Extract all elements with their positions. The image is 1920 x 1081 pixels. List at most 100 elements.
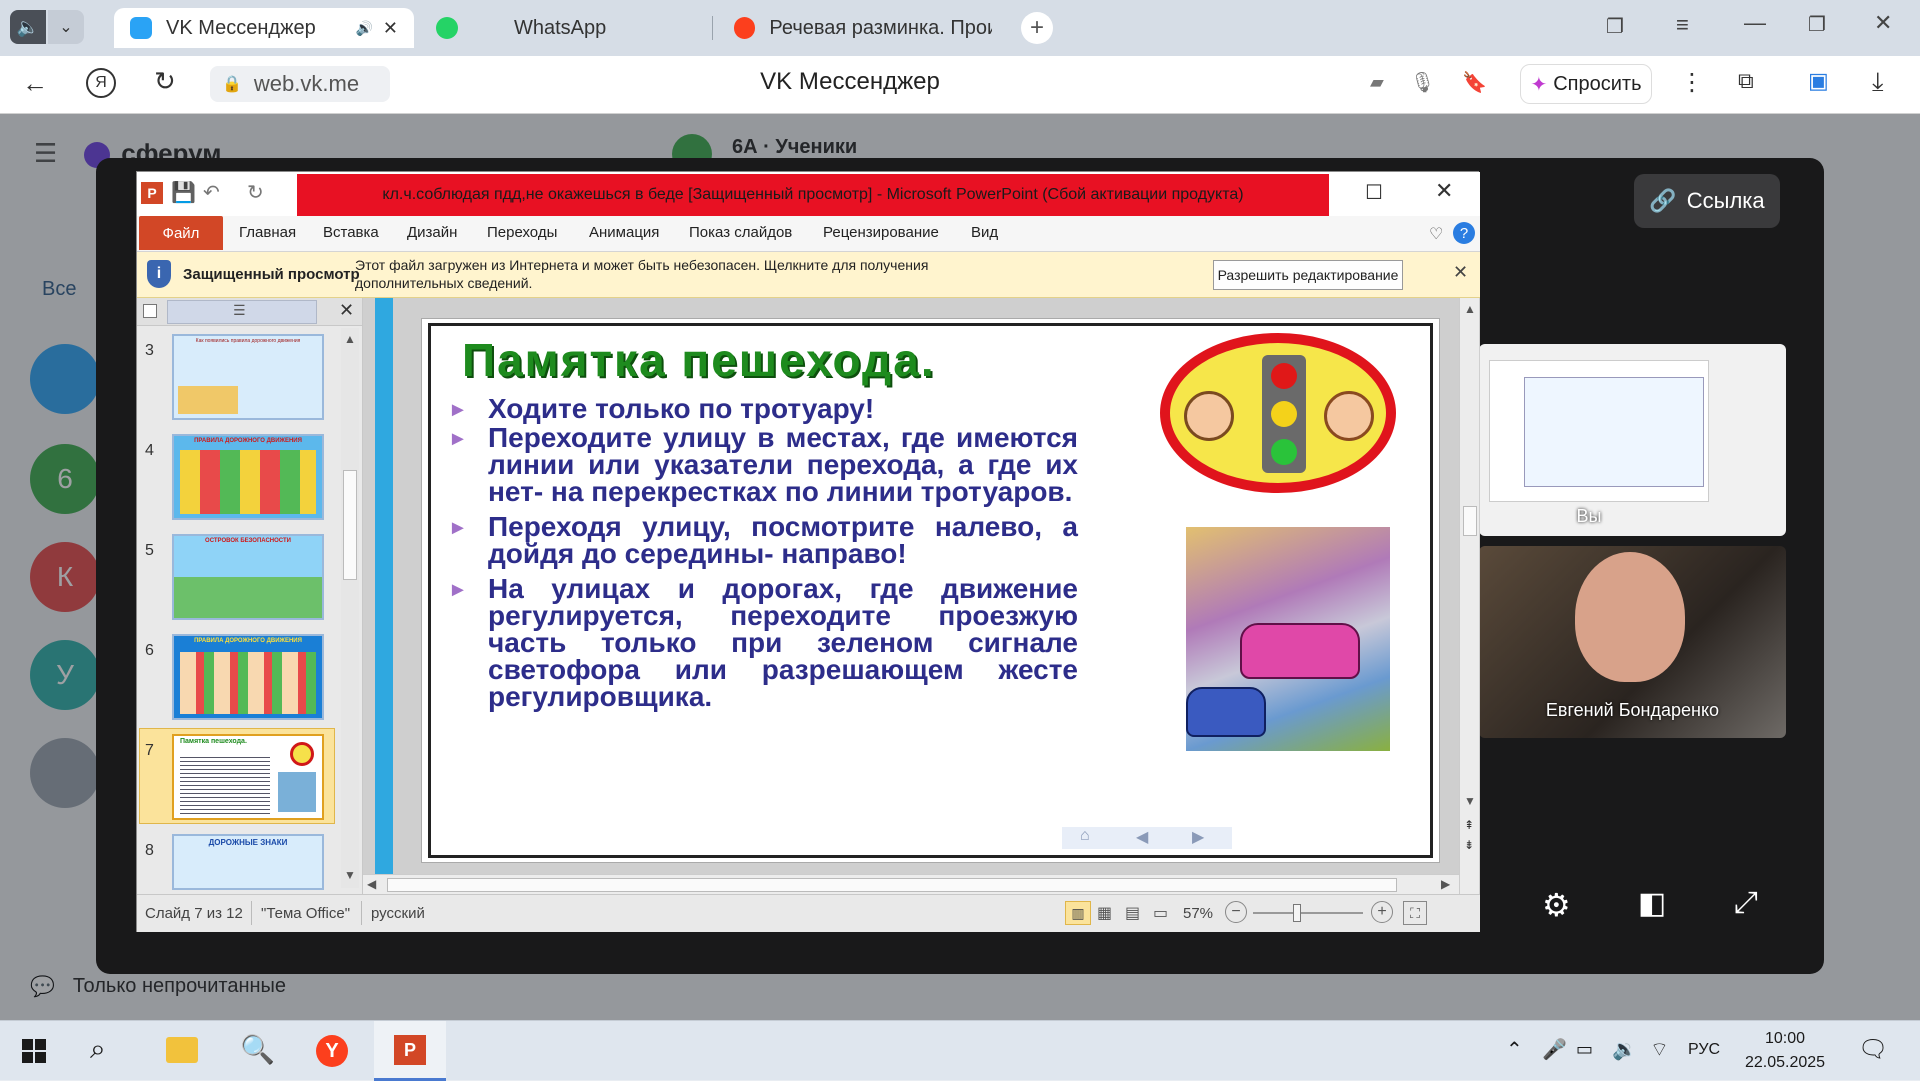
volume-icon[interactable]: 🔉 <box>1612 1037 1637 1062</box>
maximize-icon[interactable]: ☐ <box>1365 180 1383 205</box>
scroll-thumb[interactable] <box>343 470 357 580</box>
tab-whatsapp[interactable]: WhatsApp <box>420 8 710 48</box>
current-slide[interactable]: Памятка пешехода. ► Ходите только по трот… <box>421 318 1440 863</box>
back-icon[interactable]: ← <box>22 68 48 99</box>
close-icon[interactable]: ✕ <box>1453 262 1468 283</box>
horizontal-scrollbar[interactable]: ◀ ▶ <box>363 874 1459 894</box>
fullscreen-icon[interactable]: ⤢ <box>1734 886 1758 920</box>
close-icon[interactable]: ✕ <box>383 18 398 39</box>
extensions-icon[interactable]: ⧉ <box>1738 68 1754 94</box>
collapse-ribbon-icon[interactable]: ♡ <box>1429 224 1443 244</box>
collections-icon[interactable]: ❐ <box>1606 14 1624 39</box>
ask-button[interactable]: ✦ Спросить <box>1520 64 1652 104</box>
minimize-icon[interactable]: — <box>1744 10 1766 36</box>
vertical-scrollbar[interactable]: ▲ ▼ ⇞ ⇟ <box>1459 298 1479 894</box>
next-slide-icon[interactable]: ⇟ <box>1464 838 1474 852</box>
fit-to-window-icon[interactable]: ⛶ <box>1403 901 1427 925</box>
search-icon[interactable]: ⌕ <box>90 1033 106 1066</box>
slideshow-view-icon[interactable]: ▭ <box>1153 903 1168 923</box>
help-icon[interactable]: ? <box>1453 222 1475 244</box>
url-field[interactable]: 🔒 web.vk.me <box>210 66 390 102</box>
tab-home[interactable]: Главная <box>239 224 296 241</box>
scroll-left-icon[interactable]: ◀ <box>367 877 376 891</box>
slide-thumbnail-3[interactable]: Как появились правила дорожного движения <box>172 334 324 420</box>
bookmark-icon[interactable]: 🔖 <box>1462 70 1487 95</box>
camera-icon[interactable]: ▰ <box>1370 72 1384 93</box>
scroll-down-icon[interactable]: ▼ <box>344 868 356 882</box>
notifications-icon[interactable]: 🗨 <box>1858 1035 1888 1064</box>
previous-icon[interactable]: ◀ <box>1136 827 1148 847</box>
thumbnail-scrollbar[interactable]: ▲ ▼ <box>341 328 359 888</box>
profile-icon[interactable]: ▣ <box>1808 68 1829 94</box>
tab-slideshow[interactable]: Показ слайдов <box>689 224 792 241</box>
enable-editing-button[interactable]: Разрешить редактирование <box>1213 260 1403 290</box>
tab-insert[interactable]: Вставка <box>323 224 379 241</box>
slide-thumbnail-7[interactable]: Памятка пешехода. <box>172 734 324 820</box>
slide-thumbnail-8[interactable]: ДОРОЖНЫЕ ЗНАКИ <box>172 834 324 890</box>
normal-view-icon[interactable]: ▥ <box>1065 901 1091 925</box>
wifi-icon[interactable]: ⌔ <box>1650 1037 1669 1062</box>
menu-icon[interactable]: ≡ <box>1676 12 1689 38</box>
download-icon[interactable]: ⤓ <box>1872 66 1884 98</box>
close-icon[interactable]: ✕ <box>339 300 354 321</box>
yandex-logo-icon[interactable]: Я <box>86 68 116 98</box>
slide-thumbnail-5[interactable]: ОСТРОВОК БЕЗОПАСНОСТИ <box>172 534 324 620</box>
slides-tab-icon[interactable] <box>143 304 157 318</box>
scroll-up-icon[interactable]: ▲ <box>344 332 356 346</box>
scroll-thumb[interactable] <box>387 878 1397 892</box>
microphone-tray-icon[interactable]: 🎤 <box>1542 1037 1567 1062</box>
battery-icon[interactable]: ▭ <box>1576 1039 1593 1060</box>
close-icon[interactable]: ✕ <box>1435 178 1453 204</box>
undo-icon[interactable]: ↶ <box>203 180 220 205</box>
magnifier-app-icon[interactable]: 🔍 <box>240 1033 275 1066</box>
participant-video-tile[interactable]: Евгений Бондаренко <box>1479 546 1786 738</box>
file-explorer-icon[interactable] <box>166 1037 198 1063</box>
home-icon[interactable]: ⌂ <box>1080 827 1090 845</box>
slide-sorter-icon[interactable]: ▦ <box>1097 903 1112 923</box>
more-icon[interactable]: ⋮ <box>1680 68 1704 97</box>
clock[interactable]: 10:00 22.05.2025 <box>1740 1027 1830 1075</box>
powerpoint-taskbar-icon[interactable]: P <box>374 1021 446 1081</box>
new-tab-button[interactable]: + <box>1021 12 1053 44</box>
restore-icon[interactable]: ❐ <box>1808 12 1826 37</box>
tab-review[interactable]: Рецензирование <box>823 224 939 241</box>
zoom-out-icon[interactable]: − <box>1225 901 1247 923</box>
scroll-up-icon[interactable]: ▲ <box>1464 302 1476 316</box>
zoom-in-icon[interactable]: + <box>1371 901 1393 923</box>
scroll-right-icon[interactable]: ▶ <box>1441 877 1450 891</box>
tab-file[interactable]: Файл <box>139 216 223 250</box>
language[interactable]: русский <box>371 905 425 922</box>
tray-chevron-up-icon[interactable]: ⌃ <box>1506 1037 1523 1062</box>
tab-vk-messenger[interactable]: VK Мессенджер 🔊 ✕ <box>114 8 414 48</box>
tab-view[interactable]: Вид <box>971 224 998 241</box>
yandex-browser-taskbar-icon[interactable]: Y <box>316 1035 348 1067</box>
scroll-down-icon[interactable]: ▼ <box>1464 794 1476 808</box>
slide-thumbnail-6[interactable]: ПРАВИЛА ДОРОЖНОГО ДВИЖЕНИЯ <box>172 634 324 720</box>
zoom-level[interactable]: 57% <box>1183 905 1213 922</box>
scroll-thumb[interactable] <box>1463 506 1477 536</box>
slide-thumbnail-4[interactable]: ПРАВИЛА ДОРОЖНОГО ДВИЖЕНИЯ <box>172 434 324 520</box>
tab-speech-warmup[interactable]: Речевая разминка. Прои <box>718 8 1008 48</box>
save-icon[interactable]: 💾 <box>171 180 196 205</box>
zoom-slider-handle[interactable] <box>1293 904 1301 922</box>
start-icon[interactable] <box>22 1039 46 1063</box>
protected-view-message[interactable]: Этот файл загружен из Интернета и может … <box>355 256 1005 292</box>
layout-icon[interactable]: ◧ <box>1638 886 1666 921</box>
input-language[interactable]: РУС <box>1688 1041 1720 1059</box>
tab-transitions[interactable]: Переходы <box>487 224 557 241</box>
reading-view-icon[interactable]: ▤ <box>1125 903 1140 923</box>
redo-icon[interactable]: ↻ <box>247 180 264 205</box>
previous-slide-icon[interactable]: ⇞ <box>1464 818 1474 832</box>
next-icon[interactable]: ▶ <box>1192 827 1204 847</box>
tab-animation[interactable]: Анимация <box>589 224 659 241</box>
close-window-icon[interactable]: ✕ <box>1874 10 1892 36</box>
microphone-icon[interactable]: 🎙 <box>1410 70 1435 95</box>
reload-icon[interactable]: ↻ <box>154 66 176 97</box>
settings-icon[interactable]: ⚙ <box>1542 886 1571 924</box>
tabs-dropdown-button[interactable]: ⌄ <box>48 10 84 44</box>
link-button[interactable]: 🔗 Ссылка <box>1634 174 1780 228</box>
self-video-tile[interactable]: Вы <box>1479 344 1786 536</box>
zoom-slider[interactable] <box>1253 904 1363 922</box>
tab-design[interactable]: Дизайн <box>407 224 457 241</box>
sound-button[interactable]: 🔈 <box>10 10 46 44</box>
